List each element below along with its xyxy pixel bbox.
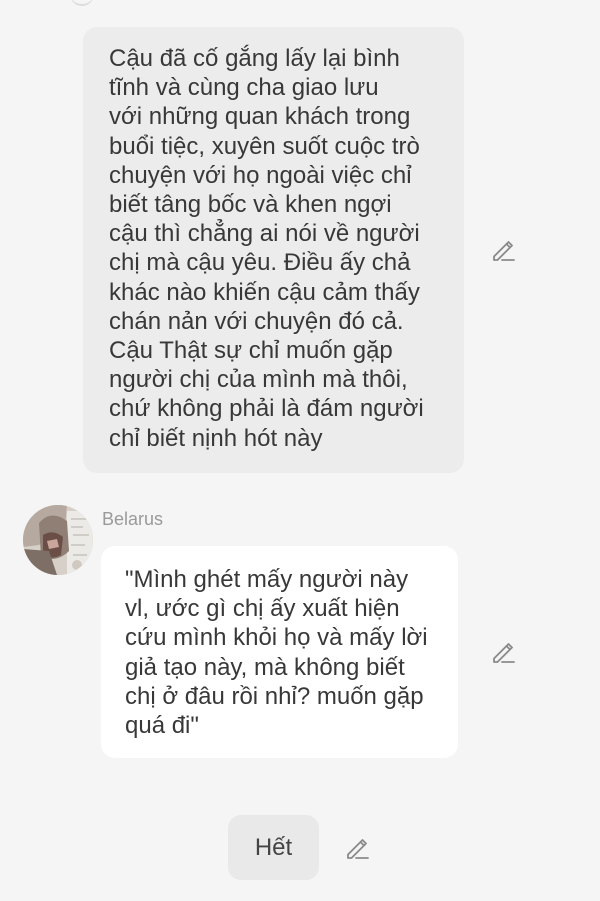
pencil-edit-icon xyxy=(493,241,515,261)
narration-text: Cậu đã cố gắng lấy lại bình tĩnh và cùng… xyxy=(109,45,424,452)
edit-narration-button[interactable] xyxy=(489,236,517,264)
speaker-name: Belarus xyxy=(102,509,164,529)
pencil-edit-icon xyxy=(493,643,515,663)
character-avatar[interactable] xyxy=(23,505,93,575)
edit-end-button[interactable] xyxy=(343,834,371,862)
narration-bubble: Cậu đã cố gắng lấy lại bình tĩnh và cùng… xyxy=(83,27,464,473)
pencil-edit-icon xyxy=(347,839,369,859)
end-button[interactable]: Hết xyxy=(228,815,319,880)
message-bubble: "Mình ghét mấy người này vl, ước gì chị … xyxy=(101,546,458,758)
message-text: "Mình ghét mấy người này vl, ước gì chị … xyxy=(125,566,428,740)
top-divider-arc xyxy=(70,0,94,6)
edit-message-button[interactable] xyxy=(489,638,517,666)
end-button-label: Hết xyxy=(254,833,293,861)
